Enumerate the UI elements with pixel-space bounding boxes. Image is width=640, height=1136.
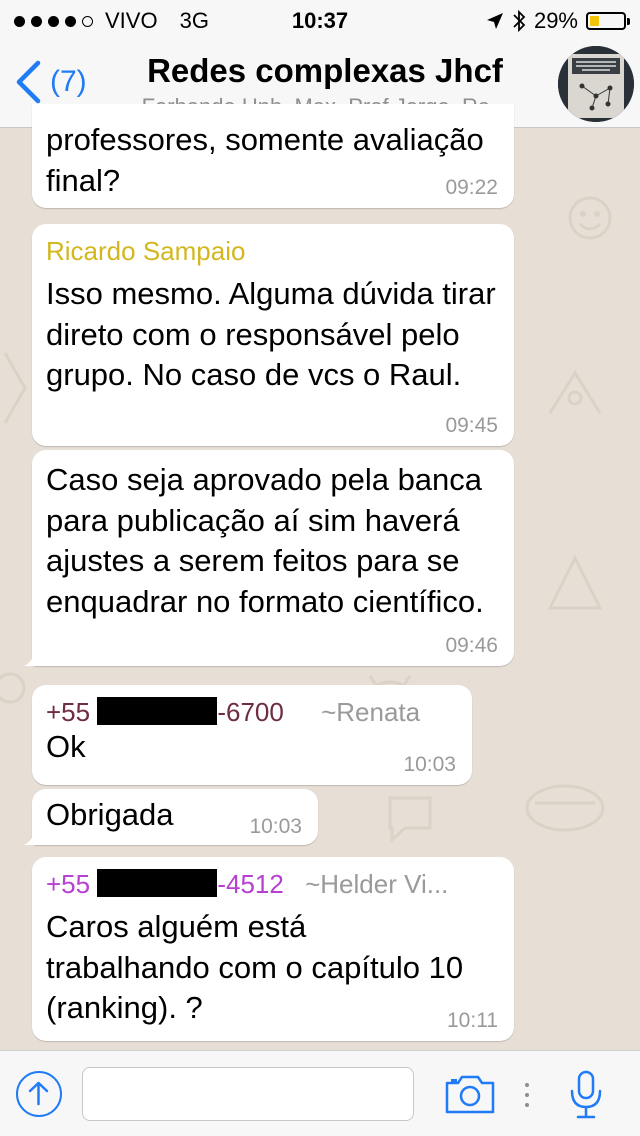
bluetooth-icon — [513, 9, 526, 33]
sender-prefix: +55 — [46, 697, 91, 727]
message-bubble[interactable]: Ricardo Sampaio Isso mesmo. Alguma dúvid… — [32, 224, 514, 446]
battery-tip — [627, 18, 630, 25]
vertical-dots-icon[interactable] — [522, 1081, 532, 1109]
location-arrow-icon — [486, 13, 503, 29]
back-button[interactable]: (7) — [14, 60, 87, 104]
bubble-tail — [24, 825, 44, 845]
arrow-up-circle-icon — [28, 1081, 49, 1106]
background-doodle-icon — [547, 554, 603, 610]
sender-suffix: -6700 — [217, 697, 284, 727]
group-avatar[interactable] — [558, 46, 634, 122]
message-time: 10:11 — [447, 1009, 498, 1032]
battery-icon — [586, 12, 630, 30]
sender-suffix: -4512 — [217, 869, 284, 899]
sender-phone[interactable]: +55 -6700 ~Renata — [46, 695, 458, 729]
bubble-tail — [24, 646, 44, 666]
chevron-left-icon — [16, 60, 41, 104]
status-right: 29% — [486, 8, 630, 34]
message-bubble[interactable]: +55 -4512 ~Helder Vi... Caros alguém est… — [32, 857, 514, 1041]
microphone-icon[interactable] — [566, 1069, 606, 1121]
background-doodle-icon — [568, 196, 612, 240]
composer-bar — [0, 1050, 640, 1136]
background-doodle-icon — [388, 796, 432, 844]
redacted-number — [97, 869, 218, 897]
message-time: 09:22 — [445, 176, 498, 199]
message-text: professores, somente avaliação final? — [46, 122, 484, 198]
message-text: Ok — [46, 729, 86, 764]
status-bar: VIVO 3G 10:37 29% — [0, 0, 640, 40]
camera-icon[interactable] — [444, 1073, 496, 1115]
message-bubble[interactable]: Obrigada 10:03 — [24, 789, 318, 845]
message-time: 09:45 — [445, 414, 498, 437]
sender-alias: ~Renata — [321, 697, 421, 727]
group-title[interactable]: Redes complexas Jhcf — [110, 52, 540, 90]
sender-phone[interactable]: +55 -4512 ~Helder Vi... — [46, 867, 500, 901]
message-bubble[interactable]: +55 -6700 ~Renata Ok 10:03 — [32, 685, 472, 785]
sender-alias: ~Helder Vi... — [305, 869, 449, 899]
sender-prefix: +55 — [46, 869, 91, 899]
message-text: Isso mesmo. Alguma dúvida tirar direto c… — [46, 276, 496, 392]
battery-fill — [590, 16, 599, 26]
attach-button[interactable] — [16, 1071, 62, 1117]
battery-percent: 29% — [533, 8, 578, 33]
message-text: Caso seja aprovado pela banca para publi… — [46, 462, 484, 619]
unread-count: (7) — [50, 65, 87, 98]
book-cover-image — [558, 46, 634, 122]
message-input[interactable] — [82, 1067, 414, 1121]
message-bubble[interactable]: Caso seja aprovado pela banca para publi… — [24, 450, 514, 666]
message-time: 10:03 — [403, 753, 456, 776]
message-bubble[interactable]: professores, somente avaliação final? 09… — [32, 104, 514, 208]
redacted-number — [97, 697, 218, 725]
message-time: 10:03 — [249, 815, 302, 838]
message-time: 09:46 — [445, 634, 498, 657]
message-text: Caros alguém está trabalhando com o capí… — [46, 909, 464, 1025]
background-doodle-icon — [548, 370, 602, 414]
background-doodle-icon — [525, 784, 605, 832]
background-doodle-icon — [3, 352, 27, 424]
sender-name[interactable]: Ricardo Sampaio — [46, 234, 500, 268]
